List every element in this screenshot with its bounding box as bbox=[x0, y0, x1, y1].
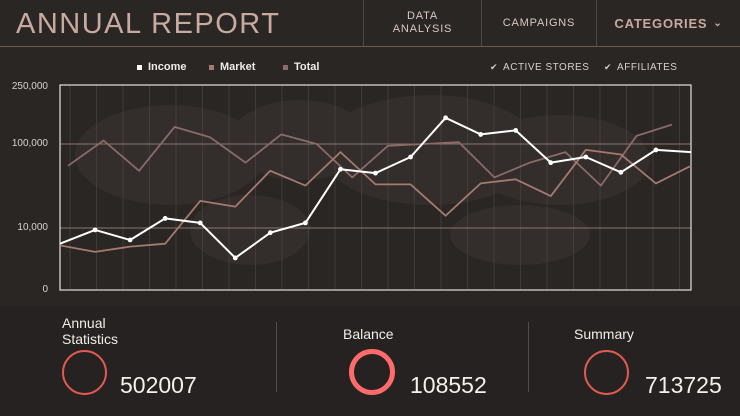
legend-item-income[interactable]: Income bbox=[137, 61, 187, 73]
data-point-income[interactable] bbox=[197, 220, 203, 226]
data-point-income[interactable] bbox=[478, 132, 484, 137]
chevron-down-icon: ⌄ bbox=[713, 17, 723, 29]
ring-annual-icon bbox=[62, 350, 107, 395]
data-point-income[interactable] bbox=[267, 230, 273, 236]
stat-annual-label-line1: Annual bbox=[62, 315, 106, 331]
stats-divider bbox=[276, 322, 277, 392]
data-point-income[interactable] bbox=[162, 216, 168, 221]
header-bar: ANNUAL REPORT DATA ANALYSIS CAMPAIGNS CA… bbox=[0, 0, 740, 47]
nav-campaigns-label: CAMPAIGNS bbox=[502, 17, 576, 29]
data-point-income[interactable] bbox=[408, 154, 413, 160]
data-point-income[interactable] bbox=[92, 227, 98, 233]
legend-label-income: Income bbox=[148, 61, 187, 73]
legend-item-market[interactable]: Market bbox=[209, 61, 255, 73]
data-point-income[interactable] bbox=[513, 128, 519, 133]
stat-annual-label: Annual Statistics bbox=[62, 315, 118, 347]
legend-swatch-total bbox=[283, 64, 288, 70]
page-title: ANNUAL REPORT bbox=[16, 8, 281, 40]
chevron-down-icon: ✔ bbox=[490, 62, 499, 72]
data-point-income[interactable] bbox=[232, 255, 238, 261]
nav-data-analysis[interactable]: DATA ANALYSIS bbox=[363, 0, 481, 46]
stat-annual-label-line2: Statistics bbox=[62, 331, 119, 347]
ring-balance-icon bbox=[349, 349, 395, 395]
filter-active-stores[interactable]: ✔ ACTIVE STORES bbox=[490, 62, 589, 73]
stat-balance-label: Balance bbox=[343, 326, 394, 342]
data-point-income[interactable] bbox=[302, 220, 308, 226]
nav-categories[interactable]: CATEGORIES ⌄ bbox=[596, 0, 740, 46]
nav-data-analysis-line2: ANALYSIS bbox=[392, 23, 453, 35]
stat-balance-value: 108552 bbox=[410, 372, 487, 398]
map-shape bbox=[450, 205, 590, 265]
data-point-income[interactable] bbox=[338, 166, 343, 172]
map-shape bbox=[470, 115, 650, 205]
ring-summary-icon bbox=[584, 350, 629, 395]
legend-swatch-income bbox=[137, 64, 142, 70]
nav-data-analysis-line1: DATA bbox=[407, 10, 438, 22]
nav-categories-label: CATEGORIES bbox=[614, 15, 708, 31]
filter-affiliates[interactable]: ✔ AFFILIATES bbox=[604, 62, 677, 73]
data-point-income[interactable] bbox=[127, 237, 133, 243]
data-point-income[interactable] bbox=[548, 160, 554, 166]
legend-label-total: Total bbox=[294, 61, 320, 73]
legend-swatch-market bbox=[209, 64, 214, 70]
stat-annual-value: 502007 bbox=[120, 372, 197, 398]
data-point-income[interactable] bbox=[443, 115, 449, 121]
nav-campaigns[interactable]: CAMPAIGNS bbox=[481, 0, 596, 46]
stats-divider bbox=[528, 322, 529, 392]
legend-label-market: Market bbox=[220, 61, 256, 73]
filter-affiliates-label: AFFILIATES bbox=[617, 62, 678, 73]
stat-summary-value: 713725 bbox=[645, 372, 722, 398]
data-point-income[interactable] bbox=[618, 169, 624, 175]
data-point-income[interactable] bbox=[583, 154, 589, 160]
stat-summary-label: Summary bbox=[574, 326, 634, 342]
data-point-income[interactable] bbox=[373, 170, 378, 176]
legend-item-total[interactable]: Total bbox=[283, 61, 319, 73]
chart-area bbox=[59, 84, 692, 291]
data-point-income[interactable] bbox=[653, 147, 659, 153]
filter-active-stores-label: ACTIVE STORES bbox=[503, 62, 590, 73]
chevron-down-icon: ✔ bbox=[604, 62, 613, 72]
